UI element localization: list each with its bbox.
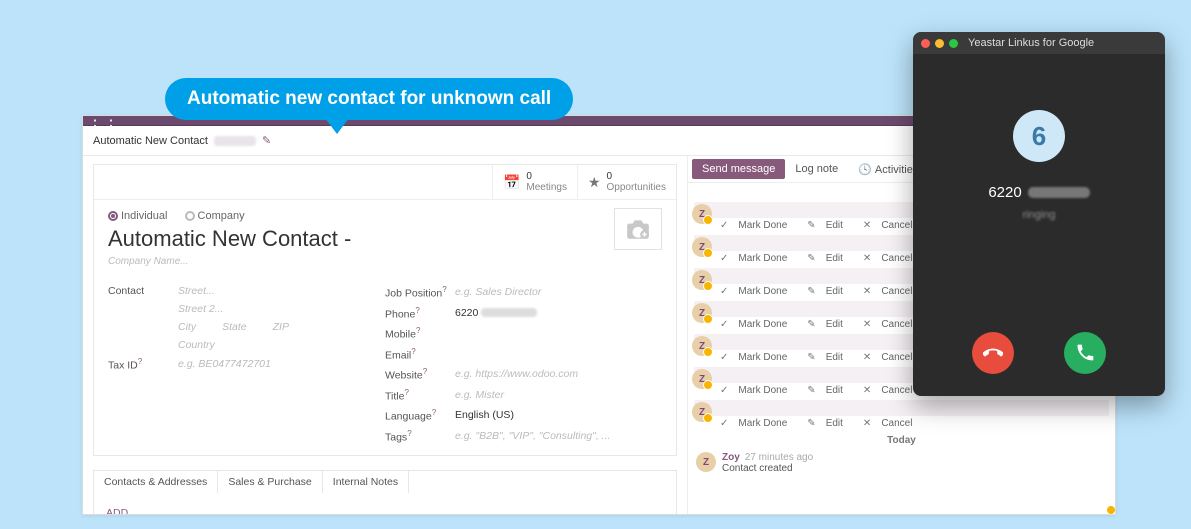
- activity-edit[interactable]: ✎Edit: [807, 220, 853, 231]
- input-street[interactable]: Street...: [178, 285, 215, 297]
- radio-individual[interactable]: Individual: [108, 210, 167, 222]
- activity-mark-done[interactable]: ✓Mark Done: [720, 319, 797, 330]
- label-email: Email?: [385, 347, 455, 362]
- activity-edit[interactable]: ✎Edit: [807, 418, 853, 429]
- accept-call-button[interactable]: [1064, 332, 1106, 374]
- phone-icon: [1075, 343, 1095, 363]
- contact-name-title[interactable]: Automatic New Contact -: [108, 226, 662, 252]
- avatar: Z: [692, 336, 712, 356]
- input-state[interactable]: State: [222, 321, 247, 333]
- caller-avatar: 6: [1013, 110, 1065, 162]
- tab-contacts-addresses[interactable]: Contacts & Addresses: [94, 471, 218, 493]
- input-city[interactable]: City: [178, 321, 196, 333]
- activity-edit[interactable]: ✎Edit: [807, 319, 853, 330]
- call-status: ringing: [1022, 209, 1055, 221]
- input-country[interactable]: Country: [178, 339, 215, 351]
- label-title: Title?: [385, 388, 455, 403]
- activity-mark-done[interactable]: ✓Mark Done: [720, 253, 797, 264]
- image-upload[interactable]: [614, 208, 662, 250]
- activity-edit[interactable]: ✎Edit: [807, 385, 853, 396]
- radio-company[interactable]: Company: [185, 210, 245, 222]
- label-website: Website?: [385, 367, 455, 382]
- minimize-dot-icon[interactable]: [935, 39, 944, 48]
- apps-grid-icon[interactable]: ⋮⋮: [87, 116, 105, 126]
- activity-mark-done[interactable]: ✓Mark Done: [720, 352, 797, 363]
- activity-edit[interactable]: ✎Edit: [807, 286, 853, 297]
- stat-opportunities[interactable]: ★ 0Opportunities: [577, 165, 676, 199]
- activity-mark-done[interactable]: ✓Mark Done: [720, 286, 797, 297]
- camera-icon: [625, 218, 651, 240]
- close-dot-icon[interactable]: [921, 39, 930, 48]
- activity-edit[interactable]: ✎Edit: [807, 253, 853, 264]
- input-title[interactable]: e.g. Mister: [455, 389, 504, 401]
- callout-bubble: Automatic new contact for unknown call: [165, 78, 573, 120]
- company-placeholder[interactable]: Company Name...: [108, 256, 662, 267]
- traffic-lights[interactable]: [921, 39, 958, 48]
- label-phone: Phone?: [385, 306, 455, 321]
- activity-mark-done[interactable]: ✓Mark Done: [720, 418, 797, 429]
- tab-log-note[interactable]: Log note: [785, 159, 848, 179]
- input-language[interactable]: English (US): [455, 409, 514, 421]
- chatter-message: Z Zoy27 minutes ago Contact created: [688, 446, 1115, 480]
- label-tags: Tags?: [385, 429, 455, 444]
- avatar: Z: [692, 303, 712, 323]
- contact-type-radios: Individual Company: [108, 210, 662, 222]
- avatar: Z: [692, 369, 712, 389]
- activity-edit[interactable]: ✎Edit: [807, 352, 853, 363]
- star-icon: ★: [588, 174, 601, 191]
- avatar: Z: [692, 237, 712, 257]
- activity-cancel[interactable]: ✕Cancel: [863, 418, 923, 429]
- activity-mark-done[interactable]: ✓Mark Done: [720, 385, 797, 396]
- form-sheet: 📅 0Meetings ★ 0Opportunities Individual …: [93, 164, 677, 456]
- avatar: Z: [692, 204, 712, 224]
- tab-send-message[interactable]: Send message: [692, 159, 785, 179]
- activity-item: Z ✓Mark Done ✎Edit ✕Cancel: [694, 400, 1109, 429]
- avatar: Z: [696, 452, 716, 472]
- label-job: Job Position?: [385, 285, 455, 300]
- calendar-icon: 📅: [503, 174, 520, 191]
- decline-call-button[interactable]: [972, 332, 1014, 374]
- msg-time: 27 minutes ago: [745, 452, 813, 463]
- clock-icon: 🕓: [858, 164, 872, 176]
- breadcrumb-title: Automatic New Contact: [93, 135, 208, 147]
- add-contact-link[interactable]: ADD: [106, 507, 128, 514]
- tab-sales-purchase[interactable]: Sales & Purchase: [218, 471, 322, 493]
- msg-author: Zoy: [722, 452, 740, 463]
- input-zip[interactable]: ZIP: [273, 321, 289, 333]
- linkus-title: Yeastar Linkus for Google: [968, 37, 1094, 49]
- activity-mark-done[interactable]: ✓Mark Done: [720, 220, 797, 231]
- input-job[interactable]: e.g. Sales Director: [455, 286, 541, 298]
- avatar: Z: [692, 402, 712, 422]
- label-language: Language?: [385, 408, 455, 423]
- form-pane: 📅 0Meetings ★ 0Opportunities Individual …: [83, 156, 688, 514]
- stat-bar: 📅 0Meetings ★ 0Opportunities: [94, 165, 676, 200]
- caller-number: 6220: [988, 184, 1089, 201]
- breadcrumb-blur: [214, 136, 256, 146]
- today-separator: Today: [688, 435, 1115, 446]
- input-street2[interactable]: Street 2...: [178, 303, 224, 315]
- label-taxid: Tax ID?: [108, 357, 178, 372]
- form-tabs: Contacts & Addresses Sales & Purchase In…: [93, 470, 677, 493]
- input-phone[interactable]: 6220: [455, 307, 537, 319]
- input-website[interactable]: e.g. https://www.odoo.com: [455, 368, 578, 380]
- avatar: Z: [692, 270, 712, 290]
- label-contact: Contact: [108, 285, 178, 297]
- input-tags[interactable]: e.g. "B2B", "VIP", "Consulting", ...: [455, 430, 610, 442]
- phone-hangup-icon: [983, 343, 1003, 363]
- linkus-titlebar: Yeastar Linkus for Google: [913, 32, 1165, 54]
- input-taxid[interactable]: e.g. BE0477472701: [178, 358, 271, 370]
- zoom-dot-icon[interactable]: [949, 39, 958, 48]
- linkus-window: Yeastar Linkus for Google 6 6220 ringing: [913, 32, 1165, 396]
- tab-body: ADD: [93, 493, 677, 514]
- edit-pencil-icon[interactable]: ✎: [262, 134, 271, 147]
- stat-meetings[interactable]: 📅 0Meetings: [492, 165, 577, 199]
- label-mobile: Mobile?: [385, 326, 455, 341]
- tab-internal-notes[interactable]: Internal Notes: [323, 471, 409, 493]
